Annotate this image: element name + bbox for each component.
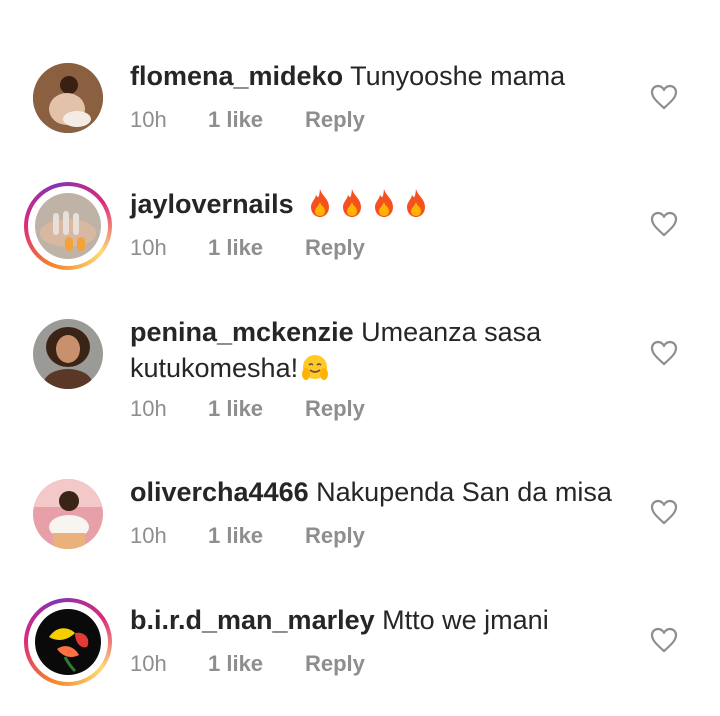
- heart-icon[interactable]: [650, 340, 678, 366]
- profile-photo-icon: [33, 63, 103, 133]
- comment-meta: 10h 1 like Reply: [130, 523, 365, 549]
- username[interactable]: olivercha4466: [130, 477, 309, 507]
- fire-emoji-icon: [311, 189, 330, 217]
- timestamp: 10h: [130, 107, 167, 132]
- timestamp: 10h: [130, 651, 167, 676]
- timestamp: 10h: [130, 235, 167, 260]
- nails-photo-icon: [35, 193, 101, 259]
- fire-emoji-icon: [407, 189, 426, 217]
- likes-count[interactable]: 1 like: [208, 107, 305, 133]
- likes-count[interactable]: 1 like: [208, 523, 305, 549]
- avatar[interactable]: [24, 310, 112, 398]
- comment-body: Nakupenda San da misa: [316, 477, 612, 507]
- reply-button[interactable]: Reply: [305, 235, 365, 261]
- avatar[interactable]: [24, 598, 112, 686]
- reply-button[interactable]: Reply: [305, 107, 365, 133]
- comment-text: olivercha4466 Nakupenda San da misa: [130, 474, 630, 510]
- heart-icon[interactable]: [650, 499, 678, 525]
- username[interactable]: b.i.r.d_man_marley: [130, 605, 375, 635]
- avatar[interactable]: [24, 182, 112, 270]
- comment-meta: 10h 1 like Reply: [130, 107, 365, 133]
- username[interactable]: penina_mckenzie: [130, 317, 354, 347]
- likes-count[interactable]: 1 like: [208, 651, 305, 677]
- heart-icon[interactable]: [650, 211, 678, 237]
- timestamp: 10h: [130, 396, 167, 421]
- reply-button[interactable]: Reply: [305, 396, 365, 422]
- heart-icon[interactable]: [650, 84, 678, 110]
- comment-body: Umeanza sasa: [361, 317, 542, 347]
- likes-count[interactable]: 1 like: [208, 396, 305, 422]
- profile-photo-icon: [33, 319, 103, 389]
- comment-text: b.i.r.d_man_marley Mtto we jmani: [130, 602, 630, 638]
- heart-icon[interactable]: [650, 627, 678, 653]
- fire-emoji-icon: [375, 189, 394, 217]
- comment-body-continued: kutukomesha!: [130, 353, 299, 383]
- fire-emoji-icon: [343, 189, 362, 217]
- comment-text: penina_mckenzie Umeanza sasa kutukomesha…: [130, 314, 630, 386]
- username[interactable]: jaylovernails: [130, 189, 294, 219]
- comment-text: jaylovernails: [130, 186, 630, 222]
- profile-photo-icon: [33, 479, 103, 549]
- comment-text: flomena_mideko Tunyooshe mama: [130, 58, 630, 94]
- likes-count[interactable]: 1 like: [208, 235, 305, 261]
- comment-meta: 10h 1 like Reply: [130, 235, 365, 261]
- comment-body: Mtto we jmani: [382, 605, 549, 635]
- comment-body: Tunyooshe mama: [350, 61, 566, 91]
- comment-meta: 10h 1 like Reply: [130, 651, 365, 677]
- comment-meta: 10h 1 like Reply: [130, 396, 365, 422]
- avatar[interactable]: [24, 470, 112, 558]
- flower-photo-icon: [35, 609, 101, 675]
- reply-button[interactable]: Reply: [305, 651, 365, 677]
- reply-button[interactable]: Reply: [305, 523, 365, 549]
- hugging-face-emoji-icon: [302, 355, 329, 380]
- username[interactable]: flomena_mideko: [130, 61, 343, 91]
- avatar[interactable]: [24, 54, 112, 142]
- timestamp: 10h: [130, 523, 167, 548]
